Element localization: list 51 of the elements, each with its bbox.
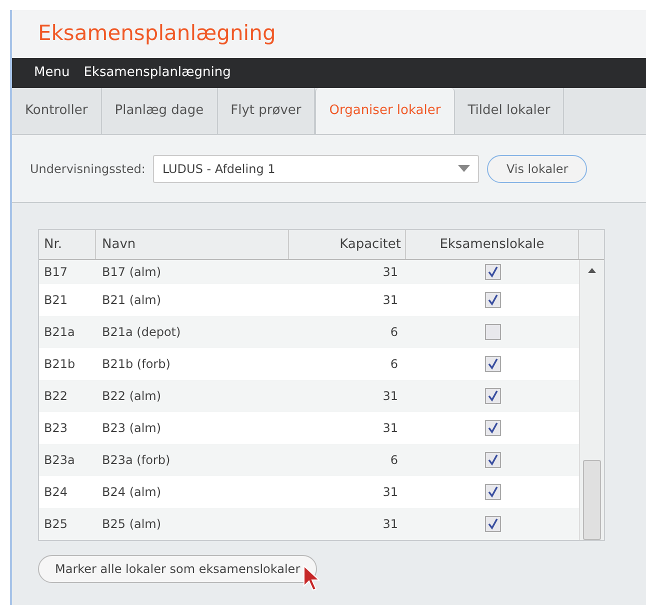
table-cell-text: B23a (forb) bbox=[101, 452, 172, 469]
checkbox[interactable] bbox=[484, 484, 500, 500]
dropdown-arrow-icon bbox=[458, 165, 470, 172]
checkbox[interactable] bbox=[484, 452, 500, 468]
table-cell-text: B24 (alm) bbox=[101, 484, 162, 501]
table-cell-text: B17 (alm) bbox=[101, 264, 162, 281]
table-cell-text: 6 bbox=[389, 356, 399, 373]
table-cell-text: B23 (alm) bbox=[101, 420, 162, 437]
menu-item[interactable]: Menu bbox=[34, 63, 70, 83]
show-rooms-button[interactable]: Vis lokaler bbox=[487, 154, 588, 182]
scrollbar[interactable] bbox=[579, 260, 604, 540]
app-title: Eksamensplanlægning bbox=[38, 20, 276, 48]
table-cell-text: 6 bbox=[389, 324, 399, 341]
checkbox[interactable] bbox=[484, 292, 500, 308]
table-cell-text: B17 bbox=[43, 264, 69, 281]
checkbox[interactable] bbox=[484, 516, 500, 532]
table-cell-text: B24 bbox=[43, 484, 69, 501]
table-cell-text: 31 bbox=[382, 292, 399, 309]
table-cell-text: B21a (depot) bbox=[101, 324, 182, 341]
field-label: Undervisningssted: bbox=[30, 160, 146, 178]
menu-item[interactable]: Eksamensplanlægning bbox=[84, 63, 231, 83]
table-cell-text: B22 (alm) bbox=[101, 388, 162, 405]
table-cell-text: B21b (forb) bbox=[101, 356, 172, 373]
table-cell-text: 31 bbox=[382, 388, 399, 405]
table-cell-text: 31 bbox=[382, 516, 399, 533]
checkbox[interactable] bbox=[484, 420, 500, 436]
table-cell-text: 6 bbox=[389, 452, 399, 469]
scrollbar-thumb[interactable] bbox=[583, 460, 601, 540]
table-cell-text: B22 bbox=[43, 388, 69, 405]
scroll-up-icon[interactable] bbox=[588, 268, 596, 273]
column-header: Nr. bbox=[39, 230, 96, 259]
mark-all-button[interactable]: Marker alle lokaler som eksamenslokaler bbox=[38, 555, 318, 583]
table-cell-text: B21 bbox=[43, 292, 69, 309]
table-cell-text: B21b bbox=[43, 356, 76, 373]
location-dropdown[interactable]: LUDUS - Afdeling 1 bbox=[153, 154, 480, 182]
table-cell-text: 31 bbox=[382, 484, 399, 501]
table-cell-text: 31 bbox=[382, 420, 399, 437]
column-header: Navn bbox=[96, 230, 289, 259]
column-header: Kapacitet bbox=[289, 230, 406, 259]
checkbox[interactable] bbox=[484, 356, 500, 372]
table-cell-text: B25 bbox=[43, 516, 69, 533]
table-cell-text: B21a bbox=[43, 324, 76, 341]
checkbox[interactable] bbox=[484, 264, 500, 280]
checkbox[interactable] bbox=[484, 388, 500, 404]
table-cell-text: B21 (alm) bbox=[101, 292, 162, 309]
table-cell-text: B25 (alm) bbox=[101, 516, 162, 533]
table-cell-text: B23a bbox=[43, 452, 76, 469]
table-cell-text: B23 bbox=[43, 420, 69, 437]
checkbox[interactable] bbox=[484, 324, 500, 340]
column-header: Eksamenslokale bbox=[406, 230, 579, 259]
table-cell-text: 31 bbox=[382, 264, 399, 281]
